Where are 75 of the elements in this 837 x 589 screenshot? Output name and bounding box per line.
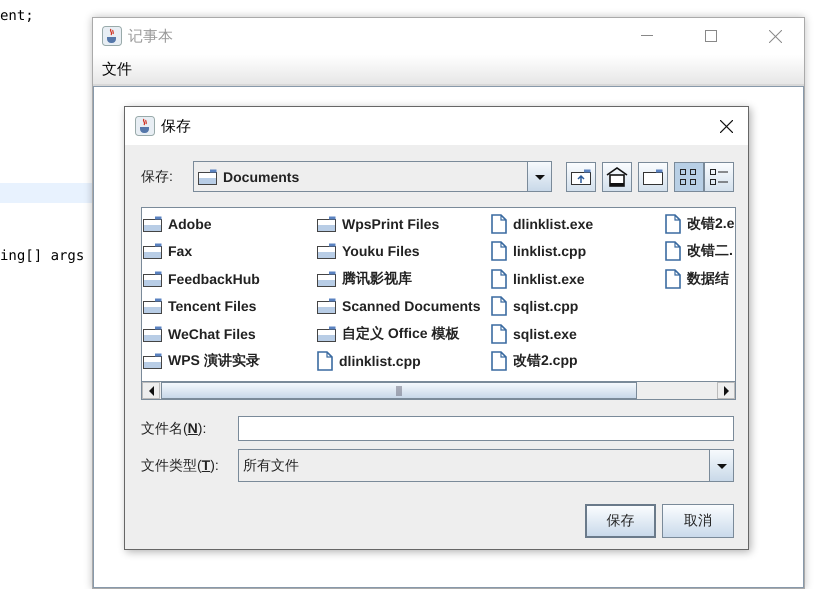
toolbar-button[interactable] [704,162,734,192]
file-item[interactable]: sqlist.cpp [491,292,665,320]
file-item[interactable]: FeedbackHub [143,265,317,292]
file-type-combo[interactable]: 所有文件 [238,449,734,482]
file-item[interactable]: WPS 演讲实录 [143,348,317,375]
code-text: ing[] args [0,248,84,264]
toolbar-button[interactable] [638,162,668,192]
folder-icon [317,326,336,342]
scrollbar[interactable] [142,381,735,399]
scrollbar-thumb[interactable] [161,382,637,399]
file-icon [491,268,507,289]
left-arrow-icon [146,384,156,396]
save-button[interactable]: 保存 [585,504,656,538]
folder-icon [317,270,336,287]
file-item[interactable]: dlinklist.exe [491,210,665,238]
file-icon [491,324,507,344]
file-name-field[interactable] [238,416,734,441]
minimize-icon [641,35,653,37]
new-folder-icon [643,168,663,184]
details-view-icon [709,168,729,186]
file-item[interactable]: Youku Files [317,238,491,265]
combo-value: Documents [223,168,300,184]
folder-up-icon [571,168,591,184]
file-item[interactable]: linklist.cpp [491,238,665,265]
file-type-label: 文件类型(T): [141,456,220,474]
close-icon [720,120,732,132]
file-item[interactable]: Fax [143,238,317,265]
file-icon [665,268,681,289]
file-item[interactable]: WpsPrint Files [317,210,491,238]
file-item[interactable]: linklist.exe [491,265,665,292]
file-name-label: 文件名(N): [141,420,208,438]
window-title: 记事本 [128,26,174,46]
look-in-label: 保存: [141,168,174,186]
home-icon [606,166,628,186]
right-arrow-icon [722,384,730,396]
combo-value: 所有文件 [243,456,299,474]
toolbar-button[interactable] [602,162,632,192]
file-item[interactable]: 改错二. [665,238,735,265]
file-item[interactable]: Tencent Files [143,292,317,320]
file-icon [665,241,681,262]
app-icon [102,26,122,46]
file-item[interactable]: 改错2.e [665,210,735,238]
caret-icon [716,462,728,470]
file-item[interactable]: sqlist.exe [491,320,665,348]
maximize-icon [705,30,717,42]
file-icon [491,296,507,316]
file-item[interactable]: 改错2.cpp [491,348,665,375]
grip-icon [396,386,402,396]
file-item[interactable]: dlinklist.cpp [317,348,491,375]
folder-icon [317,243,336,260]
folder-icon [198,168,217,184]
toolbar-button[interactable] [566,162,596,192]
file-item[interactable]: Scanned Documents [317,292,491,320]
code-text: ent; [0,8,34,24]
file-item[interactable]: 数据结 [665,265,735,292]
file-icon [491,351,507,372]
file-item[interactable]: Adobe [143,210,317,238]
file-icon [665,214,681,234]
caret-icon [534,172,546,180]
file-icon [491,241,507,262]
file-icon [317,351,333,372]
toolbar-button[interactable] [674,162,704,192]
close-icon [768,30,782,42]
menu-item[interactable]: 文件 [100,58,134,80]
file-item[interactable]: 自定义 Office 模板 [317,320,491,348]
look-in-combo[interactable]: Documents [193,161,552,192]
file-item[interactable]: 腾讯影视库 [317,265,491,292]
folder-icon [317,216,336,232]
file-icon [491,214,507,234]
file-item[interactable]: WeChat Files [143,320,317,348]
dialog-title: 保存 [161,116,192,136]
app-icon [135,116,155,136]
cancel-button[interactable]: 取消 [662,504,734,538]
folder-icon [317,298,336,314]
list-view-icon [679,168,699,186]
